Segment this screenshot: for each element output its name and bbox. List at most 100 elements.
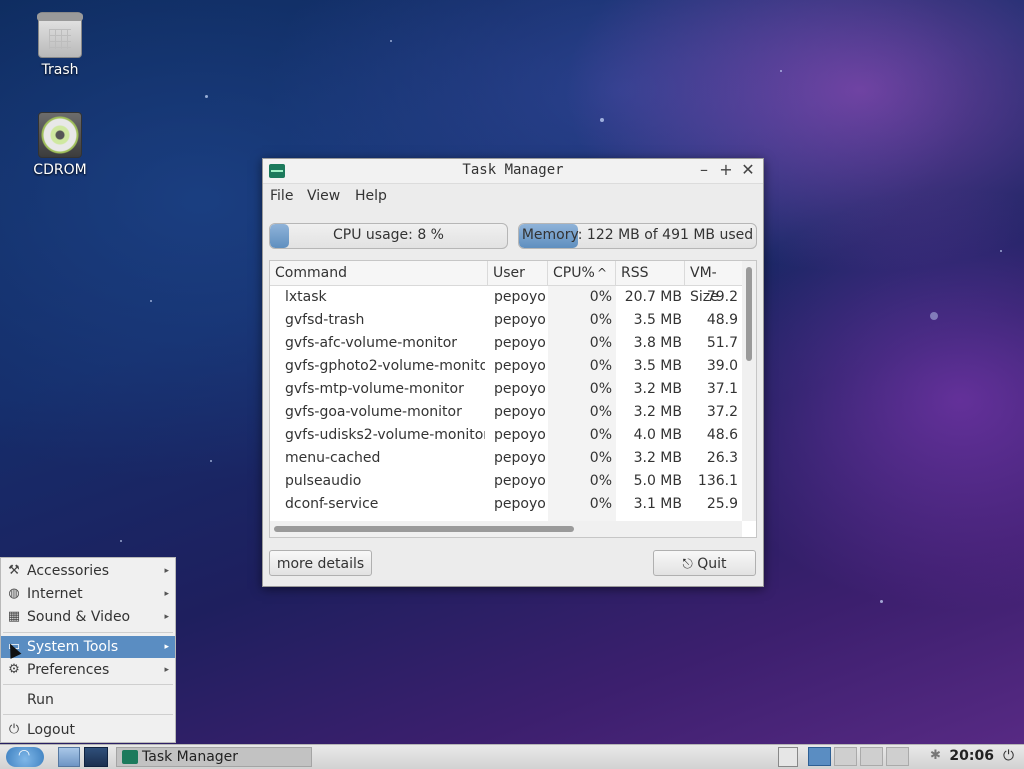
cpu-usage-label: CPU usage: 8 % — [333, 227, 444, 243]
taskbar: ◠ Task Manager ✱ 20:06 ⏻ — [0, 744, 1024, 769]
file-manager-launcher-icon[interactable] — [58, 747, 80, 767]
vertical-scrollbar[interactable] — [742, 261, 756, 521]
window-list-icon[interactable] — [778, 747, 798, 767]
cell-rss: 3.8 MB — [633, 335, 682, 351]
close-button[interactable]: ✕ — [739, 161, 757, 179]
table-row[interactable]: gvfs-mtp-volume-monitor pepoyo 0% 3.2 MB 37.… — [270, 378, 742, 401]
table-row[interactable]: gvfs-gphoto2-volume-monitor pepoyo 0% 3.5 M… — [270, 355, 742, 378]
cell-cpu: 0% — [589, 473, 612, 489]
desktop-icon-label: Trash — [41, 62, 79, 78]
menu-item-run[interactable]: Run — [1, 689, 175, 711]
cell-vm: 26.3 — [706, 450, 738, 466]
taskbar-task-manager[interactable]: Task Manager — [116, 747, 312, 767]
submenu-arrow-icon: ▸ — [164, 612, 169, 622]
menu-separator — [3, 632, 173, 633]
power-icon[interactable]: ⏻ — [1003, 748, 1019, 768]
menu-item-system-tools[interactable]: ▭ System Tools ▸ — [1, 636, 175, 658]
clock[interactable]: 20:06 — [949, 748, 994, 764]
submenu-arrow-icon: ▸ — [164, 642, 169, 652]
submenu-arrow-icon: ▸ — [164, 589, 169, 599]
column-header-vmsize[interactable]: VM-Size — [685, 261, 745, 305]
task-manager-window: Task Manager – + ✕ File View Help CPU us… — [262, 158, 764, 587]
start-menu-button[interactable]: ◠ — [6, 747, 44, 767]
cell-vm: 51.7 — [706, 335, 738, 351]
vertical-scrollbar-thumb[interactable] — [746, 267, 752, 361]
window-title: Task Manager — [462, 162, 564, 178]
cell-rss: 4.0 MB — [633, 427, 682, 443]
table-row[interactable]: gvfsd-trash pepoyo 0% 3.5 MB 48.9 — [270, 309, 742, 332]
menu-file[interactable]: File — [270, 188, 293, 204]
table-row[interactable]: gvfs-afc-volume-monitor pepoyo 0% 3.8 MB 51.… — [270, 332, 742, 355]
workspace-4[interactable] — [886, 747, 909, 766]
bluetooth-icon[interactable]: ✱ — [930, 748, 942, 768]
cell-user: pepoyo — [494, 289, 546, 305]
table-header: Command User CPU% ^ RSS VM-Size — [270, 261, 745, 305]
horizontal-scrollbar[interactable] — [270, 521, 742, 537]
cell-user: pepoyo — [494, 404, 546, 420]
workspace-2[interactable] — [834, 747, 857, 766]
taskbar-task-label: Task Manager — [142, 749, 239, 765]
trash-icon — [37, 12, 83, 58]
cell-user: pepoyo — [494, 496, 546, 512]
menu-item-logout[interactable]: ⏻ Logout — [1, 719, 175, 741]
cell-vm: 37.1 — [706, 381, 738, 397]
globe-icon: ◍ — [8, 586, 20, 601]
maximize-button[interactable]: + — [717, 161, 735, 179]
cell-vm: 136.1 — [697, 473, 738, 489]
menu-separator — [3, 714, 173, 715]
menu-item-accessories[interactable]: ⚒ Accessories ▸ — [1, 560, 175, 582]
cell-command: gvfsd-trash — [285, 312, 365, 328]
menu-help[interactable]: Help — [355, 188, 387, 204]
quit-button[interactable]: ⎋ Quit — [653, 550, 756, 576]
workspace-3[interactable] — [860, 747, 883, 766]
table-row[interactable]: gvfs-goa-volume-monitor pepoyo 0% 3.2 MB 37.… — [270, 401, 742, 424]
cell-rss: 20.7 MB — [624, 289, 682, 305]
column-header-user[interactable]: User — [488, 261, 548, 285]
desktop-icon-cdrom[interactable]: CDROM — [20, 112, 100, 178]
menu-item-internet[interactable]: ◍ Internet ▸ — [1, 583, 175, 605]
process-table[interactable]: Command User CPU% ^ RSS VM-Size lxtask pe… — [269, 260, 757, 538]
cell-command: gvfs-udisks2-volume-monitor — [285, 427, 485, 443]
cell-command: gvfs-afc-volume-monitor — [285, 335, 458, 351]
cell-cpu: 0% — [589, 496, 612, 512]
cell-rss: 3.1 MB — [633, 496, 682, 512]
workspace-1[interactable] — [808, 747, 831, 766]
minimize-button[interactable]: – — [695, 161, 713, 179]
more-details-button[interactable]: more details — [269, 550, 372, 576]
table-row[interactable]: menu-cached pepoyo 0% 3.2 MB 26.3 — [270, 447, 742, 470]
desktop-launcher-icon[interactable] — [84, 747, 108, 767]
column-header-cpu[interactable]: CPU% ^ — [548, 261, 616, 285]
cell-command: menu-cached — [285, 450, 381, 466]
column-header-command[interactable]: Command — [270, 261, 488, 285]
cell-command: lxtask — [285, 289, 327, 305]
menu-item-sound-video[interactable]: ▦ Sound & Video ▸ — [1, 606, 175, 628]
cell-cpu: 0% — [589, 381, 612, 397]
cell-user: pepoyo — [494, 450, 546, 466]
cell-command: dconf-service — [285, 496, 379, 512]
cell-user: pepoyo — [494, 358, 546, 374]
cell-user: pepoyo — [494, 381, 546, 397]
table-row[interactable]: lxtask pepoyo 0% 20.7 MB 79.2 — [270, 286, 742, 309]
gear-icon: ⚙ — [8, 662, 20, 677]
window-titlebar[interactable]: Task Manager – + ✕ — [263, 159, 763, 184]
sort-ascending-icon: ^ — [596, 266, 607, 280]
memory-usage-meter: Memory: 122 MB of 491 MB used — [518, 223, 757, 249]
cell-vm: 39.0 — [706, 358, 738, 374]
menu-view[interactable]: View — [307, 188, 340, 204]
cell-cpu: 0% — [589, 358, 612, 374]
menu-separator — [3, 684, 173, 685]
cell-user: pepoyo — [494, 473, 546, 489]
cell-vm: 37.2 — [706, 404, 738, 420]
cell-vm: 79.2 — [706, 289, 738, 305]
film-icon: ▦ — [7, 609, 21, 624]
column-header-rss[interactable]: RSS — [616, 261, 685, 285]
column-header-cpu-label: CPU% — [553, 265, 595, 281]
desktop-icon-trash[interactable]: Trash — [20, 12, 100, 78]
cpu-usage-meter: CPU usage: 8 % — [269, 223, 508, 249]
menu-item-preferences[interactable]: ⚙ Preferences ▸ — [1, 659, 175, 681]
table-row[interactable]: gvfs-udisks2-volume-monitor pepoyo 0% 4.0 M… — [270, 424, 742, 447]
horizontal-scrollbar-thumb[interactable] — [274, 526, 574, 532]
cell-vm: 48.6 — [706, 427, 738, 443]
table-row[interactable]: pulseaudio pepoyo 0% 5.0 MB 136.1 — [270, 470, 742, 493]
table-row[interactable]: dconf-service pepoyo 0% 3.1 MB 25.9 — [270, 493, 742, 516]
